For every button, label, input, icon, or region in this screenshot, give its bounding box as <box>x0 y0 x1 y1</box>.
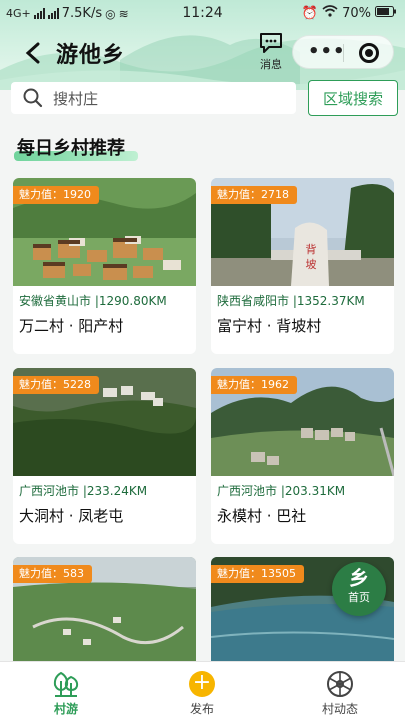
chat-icon <box>260 33 282 53</box>
village-name: 万二村 · 阳产村 <box>19 317 124 335</box>
village-location: 广西河池市 |203.31KM <box>217 484 346 498</box>
tab-bar: 村游 + 发布 村动态 <box>0 661 405 727</box>
mini-program-capsule: ••• <box>292 35 394 69</box>
section-title: 每日乡村推荐 <box>17 138 125 159</box>
region-search-button[interactable]: 区域搜索 <box>308 80 398 116</box>
nav-bar: 游他乡 消息 ••• <box>0 30 405 76</box>
status-bar: 4G+ 7.5K/s ◎ ≋ 11:24 ⏰ 70% <box>0 0 405 28</box>
charm-badge: 魅力值：1962 <box>211 376 297 394</box>
search-input[interactable]: 搜村庄 <box>11 82 296 114</box>
tab-publish[interactable]: + 发布 <box>162 668 242 717</box>
fab-glyph: 乡 <box>349 566 369 590</box>
village-location: 广西河池市 |233.24KM <box>19 484 148 498</box>
tab-village-news[interactable]: 村动态 <box>300 668 380 717</box>
home-floating-button[interactable]: 乡 首页 <box>332 562 386 616</box>
message-button[interactable]: 消息 <box>253 32 289 72</box>
village-photo: 背 坡 魅力值：2718 <box>211 178 394 286</box>
charm-badge: 魅力值：5228 <box>13 376 99 394</box>
message-label: 消息 <box>260 58 282 71</box>
battery-icon <box>375 5 397 21</box>
village-photo: 魅力值：1920 <box>13 178 196 286</box>
tab-label: 村游 <box>53 702 78 716</box>
village-name: 富宁村 · 背坡村 <box>217 317 322 335</box>
village-location: 陕西省咸阳市 |1352.37KM <box>217 294 365 308</box>
more-dots-icon[interactable]: ••• <box>308 43 346 61</box>
village-location: 安徽省黄山市 |1290.80KM <box>19 294 167 308</box>
search-icon <box>23 88 43 108</box>
plus-icon: + <box>189 671 215 697</box>
charm-badge: 魅力值：1920 <box>13 186 99 204</box>
village-photo: 魅力值：583 <box>13 557 196 667</box>
village-card[interactable]: 魅力值：1920 安徽省黄山市 |1290.80KM 万二村 · 阳产村 <box>13 178 196 354</box>
tab-label: 发布 <box>189 702 214 716</box>
back-button[interactable] <box>18 38 48 68</box>
village-card[interactable]: 魅力值：5228 广西河池市 |233.24KM 大洞村 · 凤老屯 <box>13 368 196 544</box>
search-placeholder: 搜村庄 <box>53 89 99 108</box>
wifi-icon <box>322 5 338 21</box>
fab-label: 首页 <box>348 591 370 604</box>
village-name: 大洞村 · 凤老屯 <box>19 507 124 525</box>
battery-percent: 70% <box>342 5 371 21</box>
tree-icon <box>26 668 106 700</box>
wheel-icon <box>300 668 380 700</box>
village-photo: 魅力值：5228 <box>13 368 196 476</box>
charm-badge: 魅力值：13505 <box>211 565 304 583</box>
village-card[interactable]: 魅力值：583 <box>13 557 196 667</box>
village-card[interactable]: 背 坡 魅力值：2718 陕西省咸阳市 |1352.37KM 富宁村 · 背坡村 <box>211 178 394 354</box>
page-title: 游他乡 <box>56 43 126 68</box>
charm-badge: 魅力值：2718 <box>211 186 297 204</box>
village-name: 永模村 · 巴社 <box>217 507 307 525</box>
alarm-icon: ⏰ <box>301 5 319 21</box>
village-photo: 魅力值：1962 <box>211 368 394 476</box>
tab-village-tour[interactable]: 村游 <box>26 668 106 717</box>
charm-badge: 魅力值：583 <box>13 565 92 583</box>
svg-text:背: 背 <box>306 242 317 256</box>
village-card[interactable]: 魅力值：1962 广西河池市 |203.31KM 永模村 · 巴社 <box>211 368 394 544</box>
tab-label: 村动态 <box>321 702 358 716</box>
target-icon[interactable] <box>359 43 379 63</box>
capsule-divider <box>343 44 344 62</box>
svg-text:坡: 坡 <box>306 258 317 271</box>
chevron-left-icon <box>25 42 40 64</box>
